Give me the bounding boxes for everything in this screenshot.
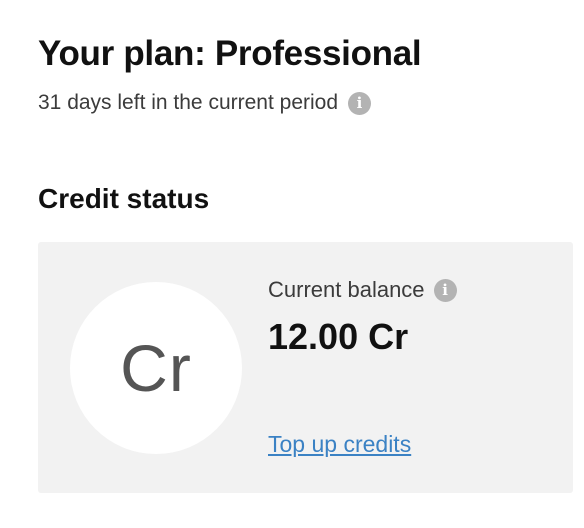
credit-badge: Cr [70, 282, 242, 454]
plan-page: Your plan: Professional 31 days left in … [0, 0, 584, 528]
period-remaining-text: 31 days left in the current period [38, 91, 339, 114]
top-up-credits-link[interactable]: Top up credits [268, 431, 411, 458]
balance-label-row: Current balance i [268, 276, 457, 304]
period-info-row: 31 days left in the current period i [38, 89, 372, 117]
info-icon[interactable]: i [348, 91, 372, 115]
current-balance-label: Current balance [268, 277, 425, 302]
plan-title: Your plan: Professional [38, 34, 422, 73]
credit-status-title: Credit status [38, 183, 210, 214]
credit-badge-text: Cr [120, 331, 192, 405]
current-balance-value: 12.00 Cr [268, 316, 409, 357]
balance-info-icon[interactable]: i [433, 278, 457, 302]
credit-status-card: Cr Current balance i 12.00 Cr Top up cre… [38, 242, 573, 493]
